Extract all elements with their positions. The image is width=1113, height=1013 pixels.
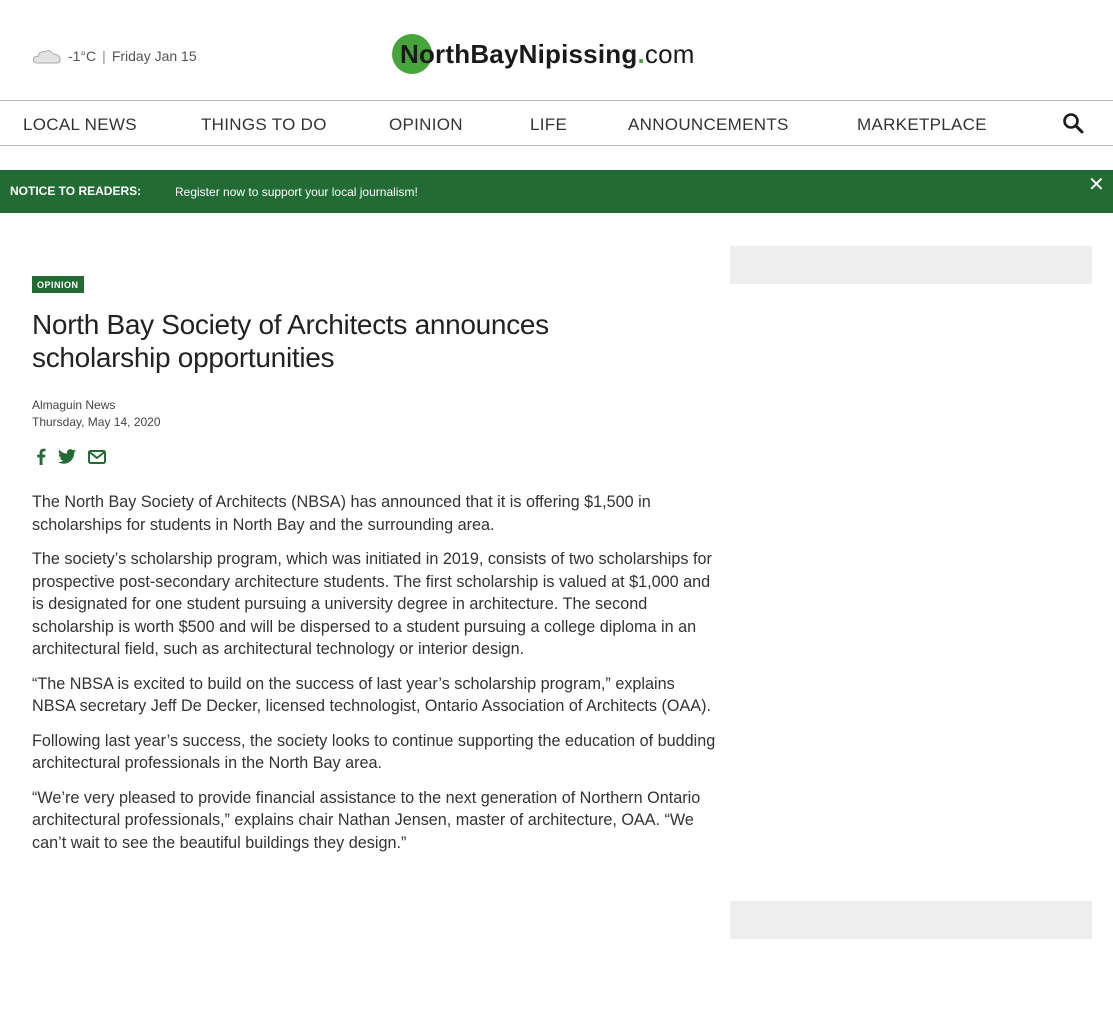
article-headline: North Bay Society of Architects announce…	[32, 309, 549, 373]
nav-item-local-news[interactable]: LOCAL NEWS	[23, 115, 137, 135]
article-paragraph: The society’s scholarship program, which…	[32, 550, 712, 658]
top-bar: -1°C | Friday Jan 15 NorthBayNipissing.c…	[0, 0, 1113, 100]
notice-link[interactable]: Register now to support your local journ…	[175, 185, 418, 199]
category-badge[interactable]: OPINION	[32, 276, 84, 293]
weather-separator: |	[102, 48, 106, 64]
logo-name: NorthBayNipissing	[400, 38, 638, 69]
logo-dot: .	[637, 38, 645, 69]
nav-item-marketplace[interactable]: MARKETPLACE	[857, 115, 987, 135]
main-nav: LOCAL NEWS THINGS TO DO OPINION LIFE ANN…	[0, 100, 1113, 146]
logo-tld: com	[644, 38, 695, 69]
email-icon[interactable]	[88, 449, 106, 469]
weather-widget[interactable]: -1°C | Friday Jan 15	[32, 47, 197, 65]
facebook-icon[interactable]	[36, 448, 46, 470]
nav-item-life[interactable]: LIFE	[530, 115, 567, 135]
article-paragraph: “The NBSA is excited to build on the suc…	[32, 674, 711, 716]
notice-label: NOTICE TO READERS:	[10, 184, 142, 198]
nav-item-announcements[interactable]: ANNOUNCEMENTS	[628, 115, 789, 135]
article-paragraph: The North Bay Society of Architects (NBS…	[32, 493, 651, 534]
share-bar	[36, 448, 106, 470]
current-date: Friday Jan 15	[111, 48, 197, 64]
logo-text: NorthBayNipissing.com	[392, 39, 695, 70]
site-logo[interactable]: NorthBayNipissing.com	[392, 34, 695, 74]
article-date: Thursday, May 14, 2020	[32, 415, 161, 429]
article-author[interactable]: Almaguin News	[32, 398, 115, 412]
article-body: The North Bay Society of Architects (NBS…	[32, 491, 722, 866]
twitter-icon[interactable]	[58, 449, 76, 469]
close-icon[interactable]: ✕	[1088, 175, 1105, 195]
nav-item-opinion[interactable]: OPINION	[389, 115, 463, 135]
search-icon[interactable]	[1062, 112, 1084, 134]
ad-placeholder-bottom[interactable]	[730, 901, 1092, 939]
notice-banner: NOTICE TO READERS: Register now to suppo…	[0, 170, 1113, 213]
article-paragraph: Following last year’s success, the socie…	[32, 731, 716, 773]
ad-placeholder-top[interactable]	[730, 246, 1092, 284]
cloud-icon	[32, 50, 61, 64]
temperature: -1°C	[68, 48, 97, 64]
article-paragraph: “We’re very pleased to provide financial…	[32, 788, 701, 852]
nav-item-things-to-do[interactable]: THINGS TO DO	[201, 115, 327, 135]
